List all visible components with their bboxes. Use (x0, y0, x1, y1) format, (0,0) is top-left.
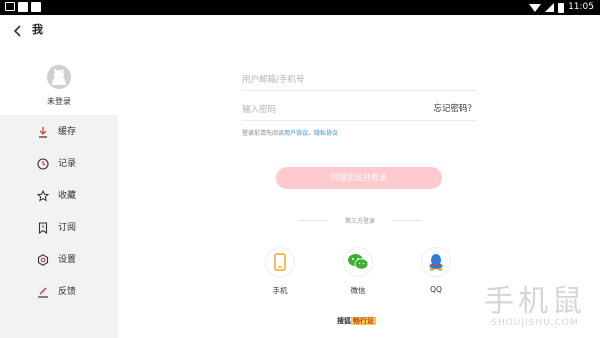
pencil-icon (38, 287, 48, 298)
watermark-en: SHOUJISHU.COM (491, 318, 579, 328)
sidebar-item-label: 缓存 (58, 127, 77, 137)
wechat-login-circle (343, 247, 373, 277)
watermark-logo: 手机鼠 SHOUJISHU.COM (484, 284, 586, 329)
qq-login-circle (421, 247, 451, 277)
sidebar-item-label: 订阅 (58, 223, 77, 233)
sohu-brand-logo: 搜狐 畅行证 (337, 316, 376, 326)
forgot-password-link[interactable]: 忘记密码？ (433, 102, 476, 114)
wifi-icon (529, 3, 542, 12)
gear-icon (37, 254, 49, 266)
app-notification-icon (31, 2, 41, 12)
signal-icon (545, 3, 555, 12)
image-notification-icon (5, 2, 15, 11)
wechat-icon (348, 254, 369, 270)
third-party-divider: 第三方登录 (298, 214, 422, 226)
agreement-prefix: 登录前请先阅读 (242, 130, 285, 137)
system-status: 11:05 (529, 2, 594, 13)
back-arrow-icon[interactable] (11, 24, 25, 38)
avatar[interactable] (47, 65, 71, 89)
password-field: 忘记密码？ (242, 97, 476, 121)
status-bar: 11:05 (0, 0, 600, 15)
user-agreement-link[interactable]: 用户协议 (284, 130, 308, 137)
sidebar-item-settings[interactable]: 设置 (0, 244, 118, 276)
brand-prefix: 搜狐 (337, 317, 351, 325)
sidebar-item-label: 设置 (58, 255, 77, 265)
sidebar-item-subscriptions[interactable]: 订阅 (0, 212, 118, 244)
app-notification-icon (18, 2, 28, 12)
battery-icon (558, 2, 565, 13)
sidebar-item-cache[interactable]: 缓存 (0, 116, 118, 148)
profile-section[interactable]: 未登录 (0, 47, 118, 115)
sidebar-item-feedback[interactable]: 反馈 (0, 276, 118, 308)
privacy-agreement-link[interactable]: 隐私协议 (314, 130, 338, 137)
brand-highlight: 畅行证 (351, 317, 376, 325)
phone-icon (274, 253, 286, 271)
sidebar-item-label: 收藏 (58, 191, 77, 201)
social-label: 微信 (350, 286, 366, 295)
login-status-label: 未登录 (47, 97, 71, 106)
page-title: 我 (32, 23, 43, 36)
notification-icons (5, 2, 41, 12)
cat-avatar-icon (47, 65, 71, 89)
qq-login-button[interactable]: QQ (416, 247, 456, 294)
sidebar-menu: 缓存 记录 收藏 订阅 设置 反馈 (0, 116, 118, 308)
phone-login-button[interactable]: 手机 (260, 247, 300, 296)
social-label: 手机 (272, 286, 288, 295)
download-icon (39, 127, 47, 138)
wechat-login-button[interactable]: 微信 (338, 247, 378, 296)
qq-icon (429, 254, 443, 271)
divider-line-right (392, 220, 422, 221)
sidebar: 未登录 缓存 记录 收藏 订阅 设置 反馈 (0, 47, 118, 338)
account-input[interactable] (242, 69, 422, 91)
top-bar: 我 (0, 15, 600, 47)
star-icon (37, 190, 49, 202)
clock-time: 11:05 (568, 2, 594, 12)
sidebar-item-label: 反馈 (58, 287, 77, 297)
clock-icon (37, 158, 49, 170)
watermark-cn: 手机鼠 (484, 284, 586, 319)
bookmark-icon (38, 222, 48, 234)
sidebar-item-history[interactable]: 记录 (0, 148, 118, 180)
phone-login-circle (265, 247, 295, 277)
password-input[interactable] (242, 99, 422, 121)
account-field (242, 67, 476, 91)
sidebar-item-label: 记录 (58, 159, 77, 169)
social-label: QQ (430, 285, 442, 294)
login-button[interactable]: 同意协议并登录 (276, 167, 442, 189)
agreement-text: 登录前请先阅读用户协议、隐私协议 (242, 129, 338, 138)
sidebar-item-favorites[interactable]: 收藏 (0, 180, 118, 212)
